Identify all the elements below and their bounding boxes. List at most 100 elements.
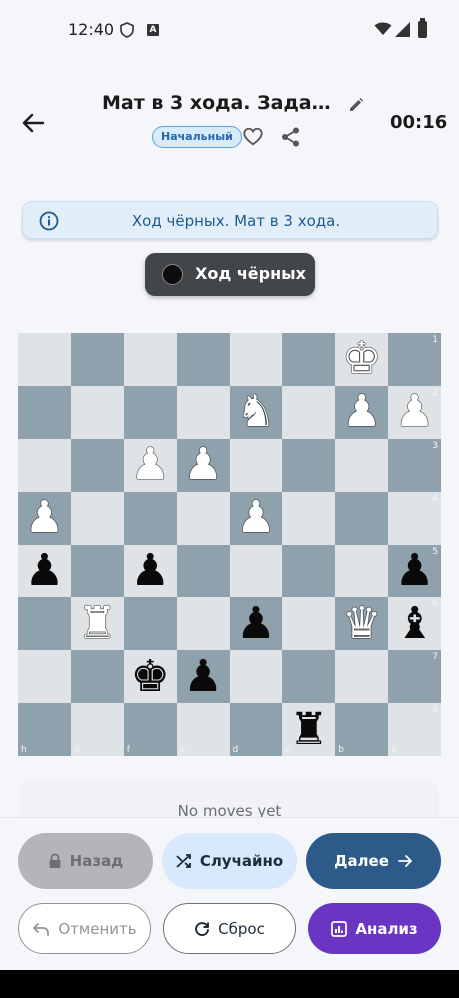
board-square[interactable]: ♜ c	[282, 703, 336, 756]
board-square[interactable]	[70, 650, 124, 704]
white-pawn-icon[interactable]: ♟	[236, 496, 275, 540]
black-bishop-icon[interactable]: ♝	[395, 601, 434, 646]
board-square[interactable]	[282, 650, 336, 704]
board-square[interactable]: ♟	[229, 491, 283, 545]
board-square[interactable]: 1	[388, 333, 441, 386]
board-square[interactable]	[70, 491, 124, 545]
black-pawn-icon[interactable]: ♟	[236, 601, 275, 646]
board-square[interactable]: 3	[388, 438, 441, 492]
black-pawn-icon[interactable]: ♟	[130, 548, 169, 593]
white-rook-icon[interactable]: ♜	[78, 601, 117, 646]
rank-label: 2	[432, 387, 438, 398]
board-square[interactable]: ♟	[18, 544, 71, 598]
black-pawn-icon[interactable]: ♟	[25, 548, 64, 593]
board-square[interactable]: f	[123, 703, 177, 756]
board-square[interactable]: ♚	[123, 650, 177, 704]
board-square[interactable]	[282, 385, 336, 439]
board-square[interactable]	[176, 544, 230, 598]
board-square[interactable]	[18, 333, 71, 386]
board-square[interactable]: ♟	[176, 650, 230, 704]
board-square[interactable]	[282, 597, 336, 651]
board-square[interactable]: ♛	[335, 597, 389, 651]
white-pawn-icon[interactable]: ♟	[183, 443, 222, 487]
undo-button[interactable]: Отменить	[18, 903, 151, 954]
board-square[interactable]	[70, 333, 124, 386]
white-knight-icon[interactable]: ♞	[236, 390, 275, 434]
board-square[interactable]: ♟	[335, 385, 389, 439]
board-square[interactable]: ♟	[123, 438, 177, 492]
black-king-icon[interactable]: ♚	[130, 654, 169, 699]
board-square[interactable]: ♟	[123, 544, 177, 598]
board-square[interactable]	[229, 333, 283, 386]
next-button[interactable]: Далее	[306, 833, 441, 889]
board-square[interactable]: ♝ 6	[388, 597, 441, 651]
heart-icon[interactable]	[242, 126, 264, 148]
black-rook-icon[interactable]: ♜	[289, 707, 328, 752]
white-pawn-icon[interactable]: ♟	[25, 496, 64, 540]
board-square[interactable]	[282, 438, 336, 492]
board-square[interactable]	[123, 333, 177, 386]
reset-button[interactable]: Сброс	[163, 903, 296, 954]
board-square[interactable]: b	[335, 703, 389, 756]
white-queen-icon[interactable]: ♛	[342, 601, 381, 646]
black-pawn-icon[interactable]: ♟	[183, 654, 222, 699]
white-pawn-icon[interactable]: ♟	[130, 443, 169, 487]
turn-indicator: Ход чёрных	[145, 253, 315, 296]
board-square[interactable]	[123, 385, 177, 439]
board-square[interactable]	[18, 438, 71, 492]
board-square[interactable]: ♟ 2	[388, 385, 441, 439]
board-square[interactable]	[176, 333, 230, 386]
board-square[interactable]: 7	[388, 650, 441, 704]
board-square[interactable]	[335, 544, 389, 598]
board-square[interactable]	[229, 544, 283, 598]
board-square[interactable]	[176, 491, 230, 545]
board-square[interactable]	[282, 544, 336, 598]
board-square[interactable]: 8a	[388, 703, 441, 756]
board-square[interactable]	[123, 597, 177, 651]
board-square[interactable]: d	[229, 703, 283, 756]
board-square[interactable]: e	[176, 703, 230, 756]
back-button[interactable]: Назад	[18, 833, 153, 889]
board-square[interactable]: g	[70, 703, 124, 756]
board-square[interactable]	[229, 650, 283, 704]
board-square[interactable]	[18, 650, 71, 704]
board-square[interactable]	[70, 438, 124, 492]
info-text: Ход чёрных. Мат в 3 хода.	[131, 212, 341, 230]
board-square[interactable]: ♟	[229, 597, 283, 651]
board-square[interactable]	[282, 491, 336, 545]
board-square[interactable]	[70, 385, 124, 439]
back-arrow-icon[interactable]	[18, 108, 48, 138]
board-square[interactable]	[18, 385, 71, 439]
share-icon[interactable]	[280, 126, 302, 148]
back-button-label: Назад	[69, 852, 124, 870]
board-square[interactable]	[335, 438, 389, 492]
board-square[interactable]	[176, 385, 230, 439]
board-square[interactable]: ♜	[70, 597, 124, 651]
board-square[interactable]: ♚	[335, 333, 389, 386]
board-square[interactable]	[18, 597, 71, 651]
analysis-button[interactable]: Анализ	[308, 903, 441, 954]
board-square[interactable]	[176, 597, 230, 651]
board-square[interactable]	[335, 491, 389, 545]
board-square[interactable]: ♟	[176, 438, 230, 492]
board-square[interactable]	[282, 333, 336, 386]
board-square[interactable]	[335, 650, 389, 704]
board-square[interactable]: h	[18, 703, 71, 756]
chess-board[interactable]: ♚ 1 ♞ ♟ ♟ 2 ♟ ♟ 3 ♟ ♟ 4 ♟ ♟ ♟ 5 ♜ ♟ ♛ ♝ 6 ♚ ♟ 7 h g f e d ♜ c b 8 a	[18, 333, 441, 756]
random-button-label: Случайно	[199, 852, 284, 870]
board-square[interactable]	[229, 438, 283, 492]
white-pawn-icon[interactable]: ♟	[342, 390, 381, 434]
board-square[interactable]: ♟ 5	[388, 544, 441, 598]
board-square[interactable]	[70, 544, 124, 598]
board-square[interactable]	[123, 491, 177, 545]
rank-label: 5	[432, 546, 438, 557]
edit-pencil-icon[interactable]	[347, 96, 365, 114]
white-pawn-icon[interactable]: ♟	[395, 390, 434, 434]
rank-label: 4	[432, 493, 438, 504]
black-pawn-icon[interactable]: ♟	[395, 548, 434, 593]
board-square[interactable]: 4	[388, 491, 441, 545]
random-button[interactable]: Случайно	[162, 833, 297, 889]
board-square[interactable]: ♟	[18, 491, 71, 545]
board-square[interactable]: ♞	[229, 385, 283, 439]
white-king-icon[interactable]: ♚	[342, 337, 381, 381]
